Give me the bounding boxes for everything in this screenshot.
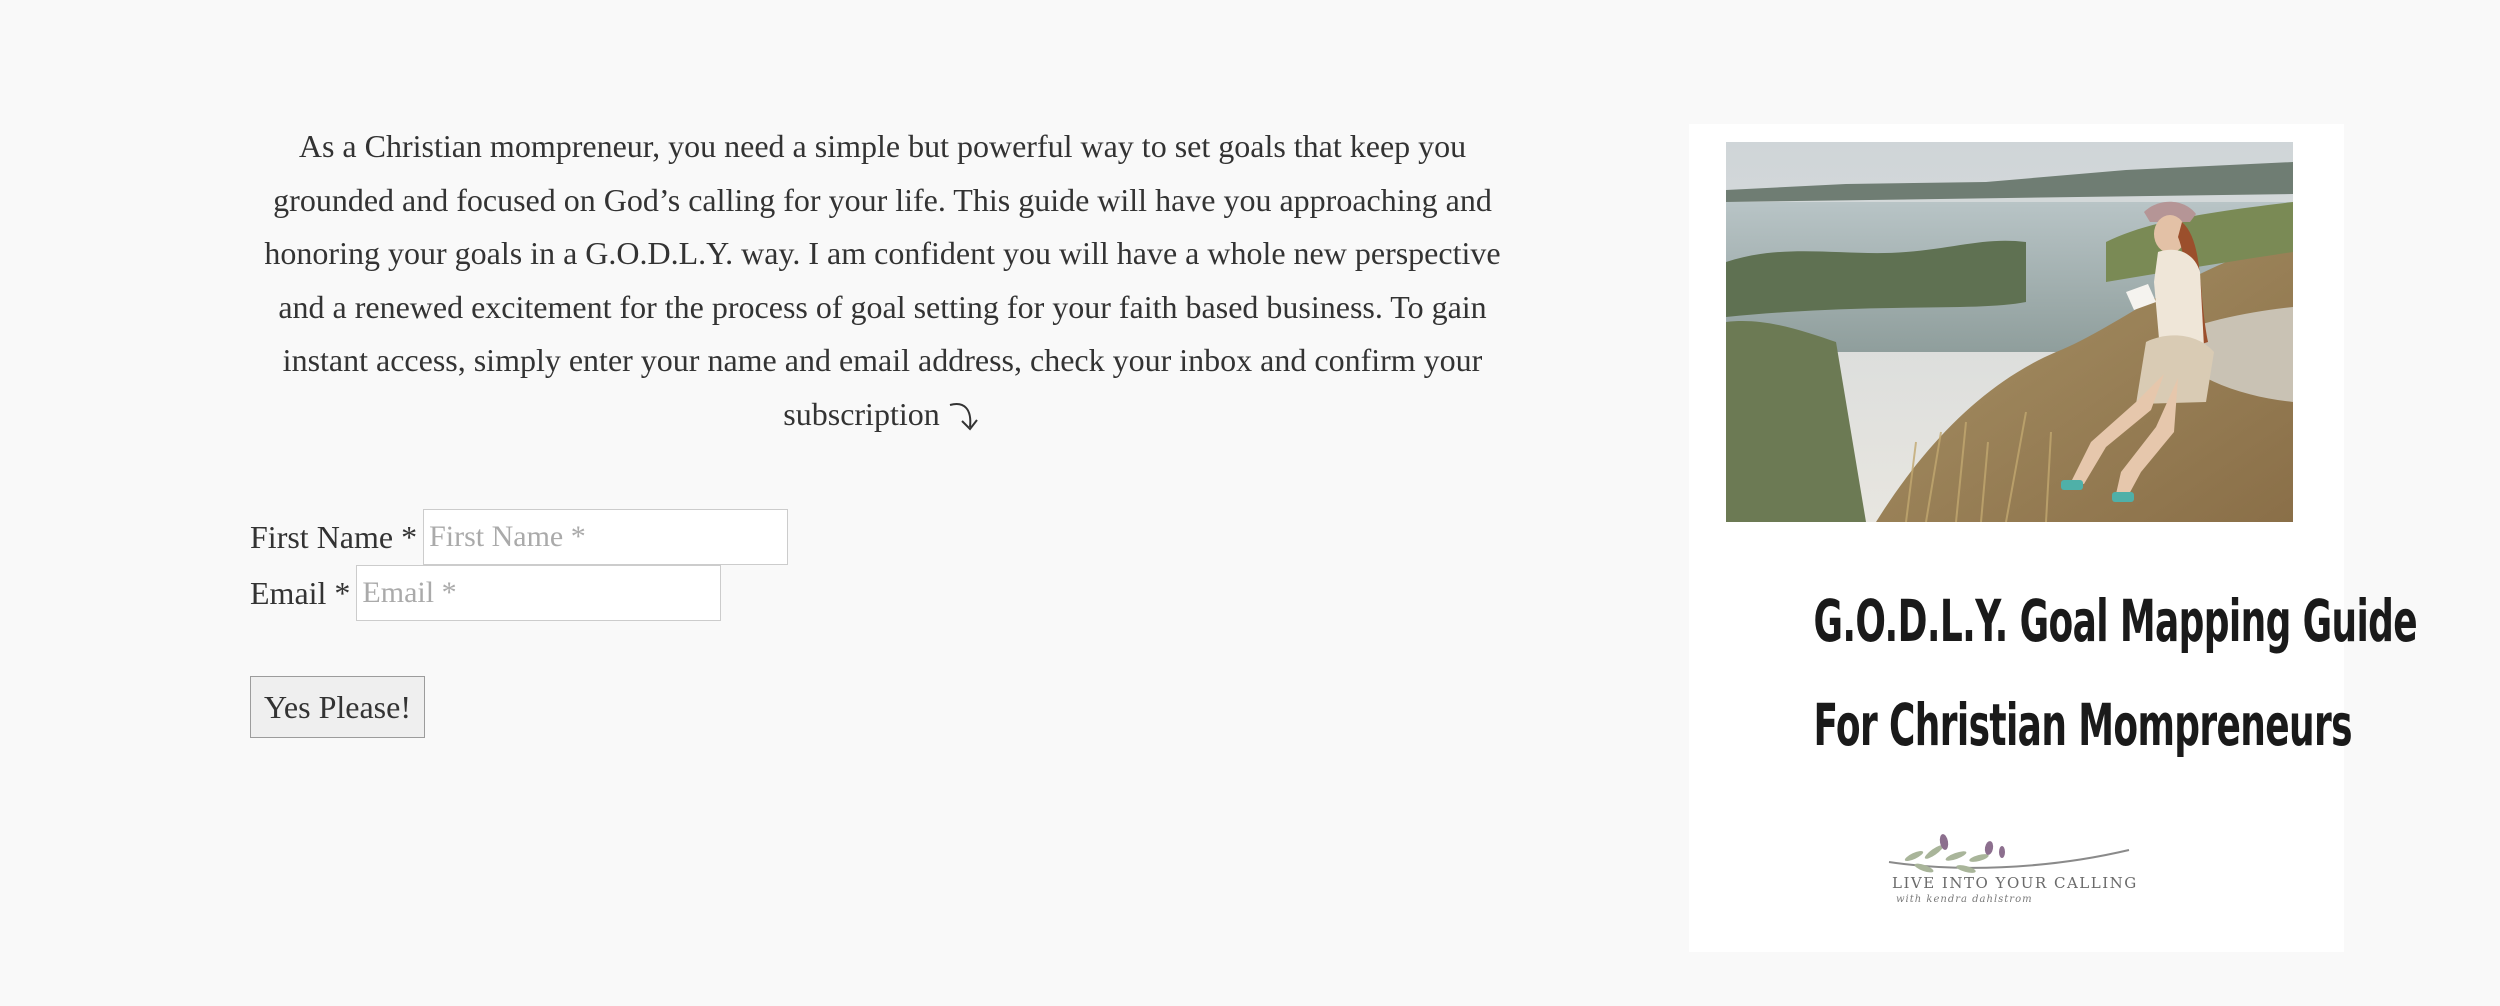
guide-title: G.O.D.L.Y. Goal Mapping Guide For Christ…	[1689, 569, 2418, 777]
email-row: Email *	[250, 565, 1515, 621]
first-name-label: First Name *	[250, 518, 418, 555]
landscape-photo-icon	[1726, 142, 2293, 522]
curved-arrow-icon	[949, 403, 978, 431]
guide-cover-image: G.O.D.L.Y. Goal Mapping Guide For Christ…	[1689, 124, 2418, 952]
logo-text: LIVE INTO YOUR CALLING	[1892, 874, 2138, 892]
guide-title-line-2: For Christian Mompreneurs	[1813, 691, 2352, 759]
email-label: Email *	[250, 574, 351, 611]
first-name-row: First Name *	[250, 509, 1515, 565]
woman-writing-photo	[1726, 142, 2293, 522]
first-name-input[interactable]	[423, 509, 789, 565]
intro-text: As a Christian mompreneur, you need a si…	[264, 128, 1501, 432]
logo-subtext: with kendra dahlstrom	[1896, 894, 2033, 905]
yes-please-button[interactable]: Yes Please!	[250, 676, 425, 738]
guide-title-line-1: G.O.D.L.Y. Goal Mapping Guide	[1813, 587, 2418, 655]
optin-section: As a Christian mompreneur, you need a si…	[250, 120, 1515, 738]
live-into-your-calling-logo: LIVE INTO YOUR CALLING with kendra dahls…	[1884, 812, 2144, 912]
intro-paragraph: As a Christian mompreneur, you need a si…	[250, 120, 1515, 441]
signup-form: First Name * Email * Yes Please!	[250, 509, 1515, 738]
email-input[interactable]	[356, 565, 722, 621]
